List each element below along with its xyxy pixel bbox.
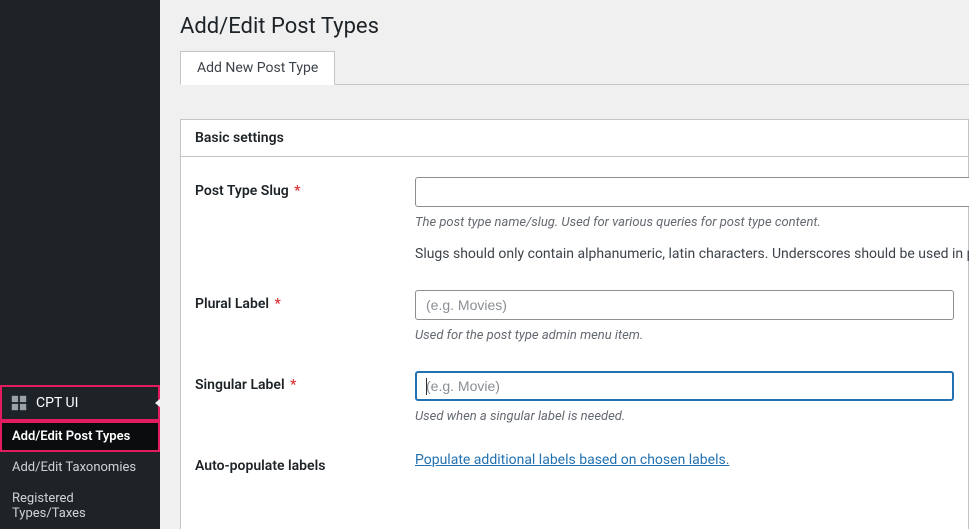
required-indicator: * — [291, 183, 301, 199]
field-control: Used for the post type admin menu item. — [415, 290, 954, 343]
field-row-singular: Singular Label * Used when a singular la… — [195, 371, 954, 424]
arrow-right-icon — [155, 398, 161, 408]
help-text: Used when a singular label is needed. — [415, 409, 954, 424]
panel-header: Basic settings — [181, 120, 968, 157]
tabs: Add New Post Type — [180, 51, 969, 85]
slug-note: Slugs should only contain alphanumeric, … — [415, 246, 969, 262]
field-row-plural: Plural Label * Used for the post type ad… — [195, 290, 954, 343]
field-label: Post Type Slug * — [195, 177, 415, 199]
singular-label-input[interactable] — [415, 371, 954, 401]
sidebar-item-add-edit-post-types[interactable]: Add/Edit Post Types — [0, 421, 160, 452]
label-text: Singular Label — [195, 377, 285, 393]
page-title: Add/Edit Post Types — [180, 14, 969, 39]
label-text: Plural Label — [195, 296, 269, 312]
required-indicator: * — [287, 377, 297, 393]
slug-input[interactable] — [415, 177, 969, 207]
populate-labels-link[interactable]: Populate additional labels based on chos… — [415, 452, 729, 468]
sidebar-item-cpt-ui[interactable]: CPT UI — [0, 385, 160, 421]
main-content: Add/Edit Post Types Add New Post Type Ba… — [160, 0, 969, 529]
panel-body: Post Type Slug * The post type name/slug… — [181, 157, 968, 522]
input-wrap — [415, 371, 954, 401]
sidebar-item-registered-types-taxes[interactable]: Registered Types/Taxes — [0, 483, 160, 529]
help-text: The post type name/slug. Used for variou… — [415, 215, 969, 230]
field-row-slug: Post Type Slug * The post type name/slug… — [195, 177, 954, 262]
field-control: The post type name/slug. Used for variou… — [415, 177, 969, 262]
label-text: Auto-populate labels — [195, 458, 325, 474]
cpt-ui-icon — [10, 394, 28, 412]
sidebar-item-label: CPT UI — [36, 395, 78, 411]
admin-sidebar: CPT UI Add/Edit Post Types Add/Edit Taxo… — [0, 0, 160, 529]
field-control: Populate additional labels based on chos… — [415, 452, 954, 468]
field-label: Singular Label * — [195, 371, 415, 393]
tab-add-new-post-type[interactable]: Add New Post Type — [180, 51, 335, 85]
required-indicator: * — [271, 296, 281, 312]
sidebar-item-label: Registered Types/Taxes — [12, 491, 150, 521]
text-cursor-icon — [426, 378, 427, 395]
sidebar-item-add-edit-taxonomies[interactable]: Add/Edit Taxonomies — [0, 452, 160, 483]
field-row-autopopulate: Auto-populate labels Populate additional… — [195, 452, 954, 474]
field-control: Used when a singular label is needed. — [415, 371, 954, 424]
sidebar-item-label: Add/Edit Taxonomies — [12, 460, 136, 475]
sidebar-item-label: Add/Edit Post Types — [12, 429, 130, 444]
label-text: Post Type Slug — [195, 183, 289, 199]
plural-label-input[interactable] — [415, 290, 954, 320]
field-label: Plural Label * — [195, 290, 415, 312]
help-text: Used for the post type admin menu item. — [415, 328, 954, 343]
field-label: Auto-populate labels — [195, 452, 415, 474]
settings-panel: Basic settings Post Type Slug * The post… — [180, 119, 969, 529]
